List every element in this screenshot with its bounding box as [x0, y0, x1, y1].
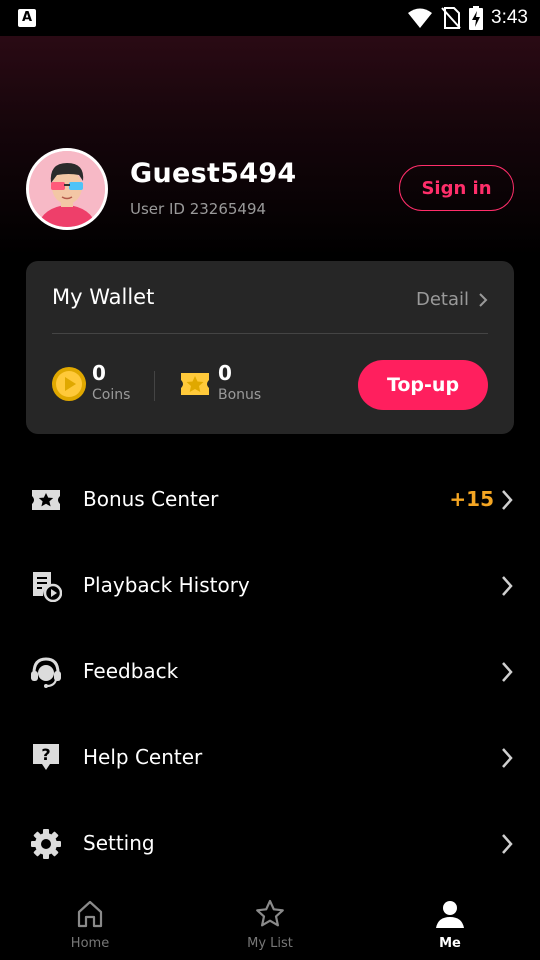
menu-item-label: Setting	[83, 831, 155, 855]
svg-text:?: ?	[41, 745, 50, 764]
nav-label: Home	[70, 936, 110, 951]
wifi-icon	[408, 8, 433, 28]
wallet-detail-label: Detail	[415, 289, 469, 310]
bonus-value: 0	[218, 361, 232, 385]
battery-charging-icon	[469, 6, 484, 30]
person-icon	[436, 901, 464, 928]
star-outline-icon	[256, 899, 284, 927]
wallet-divider	[52, 333, 488, 334]
coins-balance: 0 Coins	[52, 361, 152, 407]
menu-list: Bonus Center +15 Playback History Feedba…	[0, 457, 540, 887]
username: Guest5494	[130, 158, 297, 189]
gear-icon	[31, 829, 61, 859]
help-icon: ?	[33, 744, 59, 770]
avatar[interactable]	[26, 148, 108, 230]
nav-label: My List	[247, 936, 293, 951]
bonus-ticket-icon	[181, 373, 209, 395]
wallet-title: My Wallet	[52, 285, 155, 309]
status-bar: A 3:43	[0, 0, 540, 36]
chevron-right-icon	[479, 292, 488, 307]
top-up-button[interactable]: Top-up	[358, 360, 488, 410]
nav-my-list[interactable]: My List	[180, 888, 360, 960]
wallet-card: My Wallet Detail 0 Coins 0 Bonus Top-up	[26, 261, 514, 434]
home-icon	[77, 900, 103, 928]
ticket-star-icon	[32, 490, 60, 510]
nav-home[interactable]: Home	[0, 888, 180, 960]
bonus-badge: +15	[449, 487, 494, 511]
clock: 3:43	[491, 7, 528, 28]
wallet-detail-link[interactable]: Detail	[416, 289, 488, 310]
a-notification-icon: A	[18, 9, 36, 27]
chevron-right-icon	[502, 490, 513, 510]
nav-label: Me	[439, 936, 461, 951]
user-id: User ID 23265494	[130, 200, 267, 218]
chevron-right-icon	[502, 662, 513, 682]
no-sim-icon	[441, 7, 461, 29]
chevron-right-icon	[502, 576, 513, 596]
nav-me[interactable]: Me	[360, 888, 540, 960]
coins-label: Coins	[92, 387, 131, 403]
menu-item-setting[interactable]: Setting	[0, 801, 540, 887]
menu-item-help-center[interactable]: ? Help Center	[0, 715, 540, 801]
headset-icon	[31, 657, 61, 688]
wallet-separator	[154, 371, 155, 401]
menu-item-label: Bonus Center	[83, 487, 219, 511]
chevron-right-icon	[502, 748, 513, 768]
coins-value: 0	[92, 361, 106, 385]
menu-item-bonus-center[interactable]: Bonus Center +15	[0, 457, 540, 543]
menu-item-label: Feedback	[83, 659, 179, 683]
history-play-icon	[33, 572, 62, 602]
menu-item-label: Help Center	[83, 745, 203, 769]
coin-icon	[52, 367, 86, 401]
sign-in-button[interactable]: Sign in	[399, 165, 514, 211]
bonus-label: Bonus	[218, 387, 262, 403]
profile-section: Guest5494 User ID 23265494 Sign in	[26, 148, 514, 230]
bottom-nav: Home My List Me	[0, 888, 540, 960]
menu-item-feedback[interactable]: Feedback	[0, 629, 540, 715]
bonus-balance: 0 Bonus	[178, 361, 278, 407]
chevron-right-icon	[502, 834, 513, 854]
menu-item-label: Playback History	[83, 573, 250, 597]
menu-item-playback-history[interactable]: Playback History	[0, 543, 540, 629]
